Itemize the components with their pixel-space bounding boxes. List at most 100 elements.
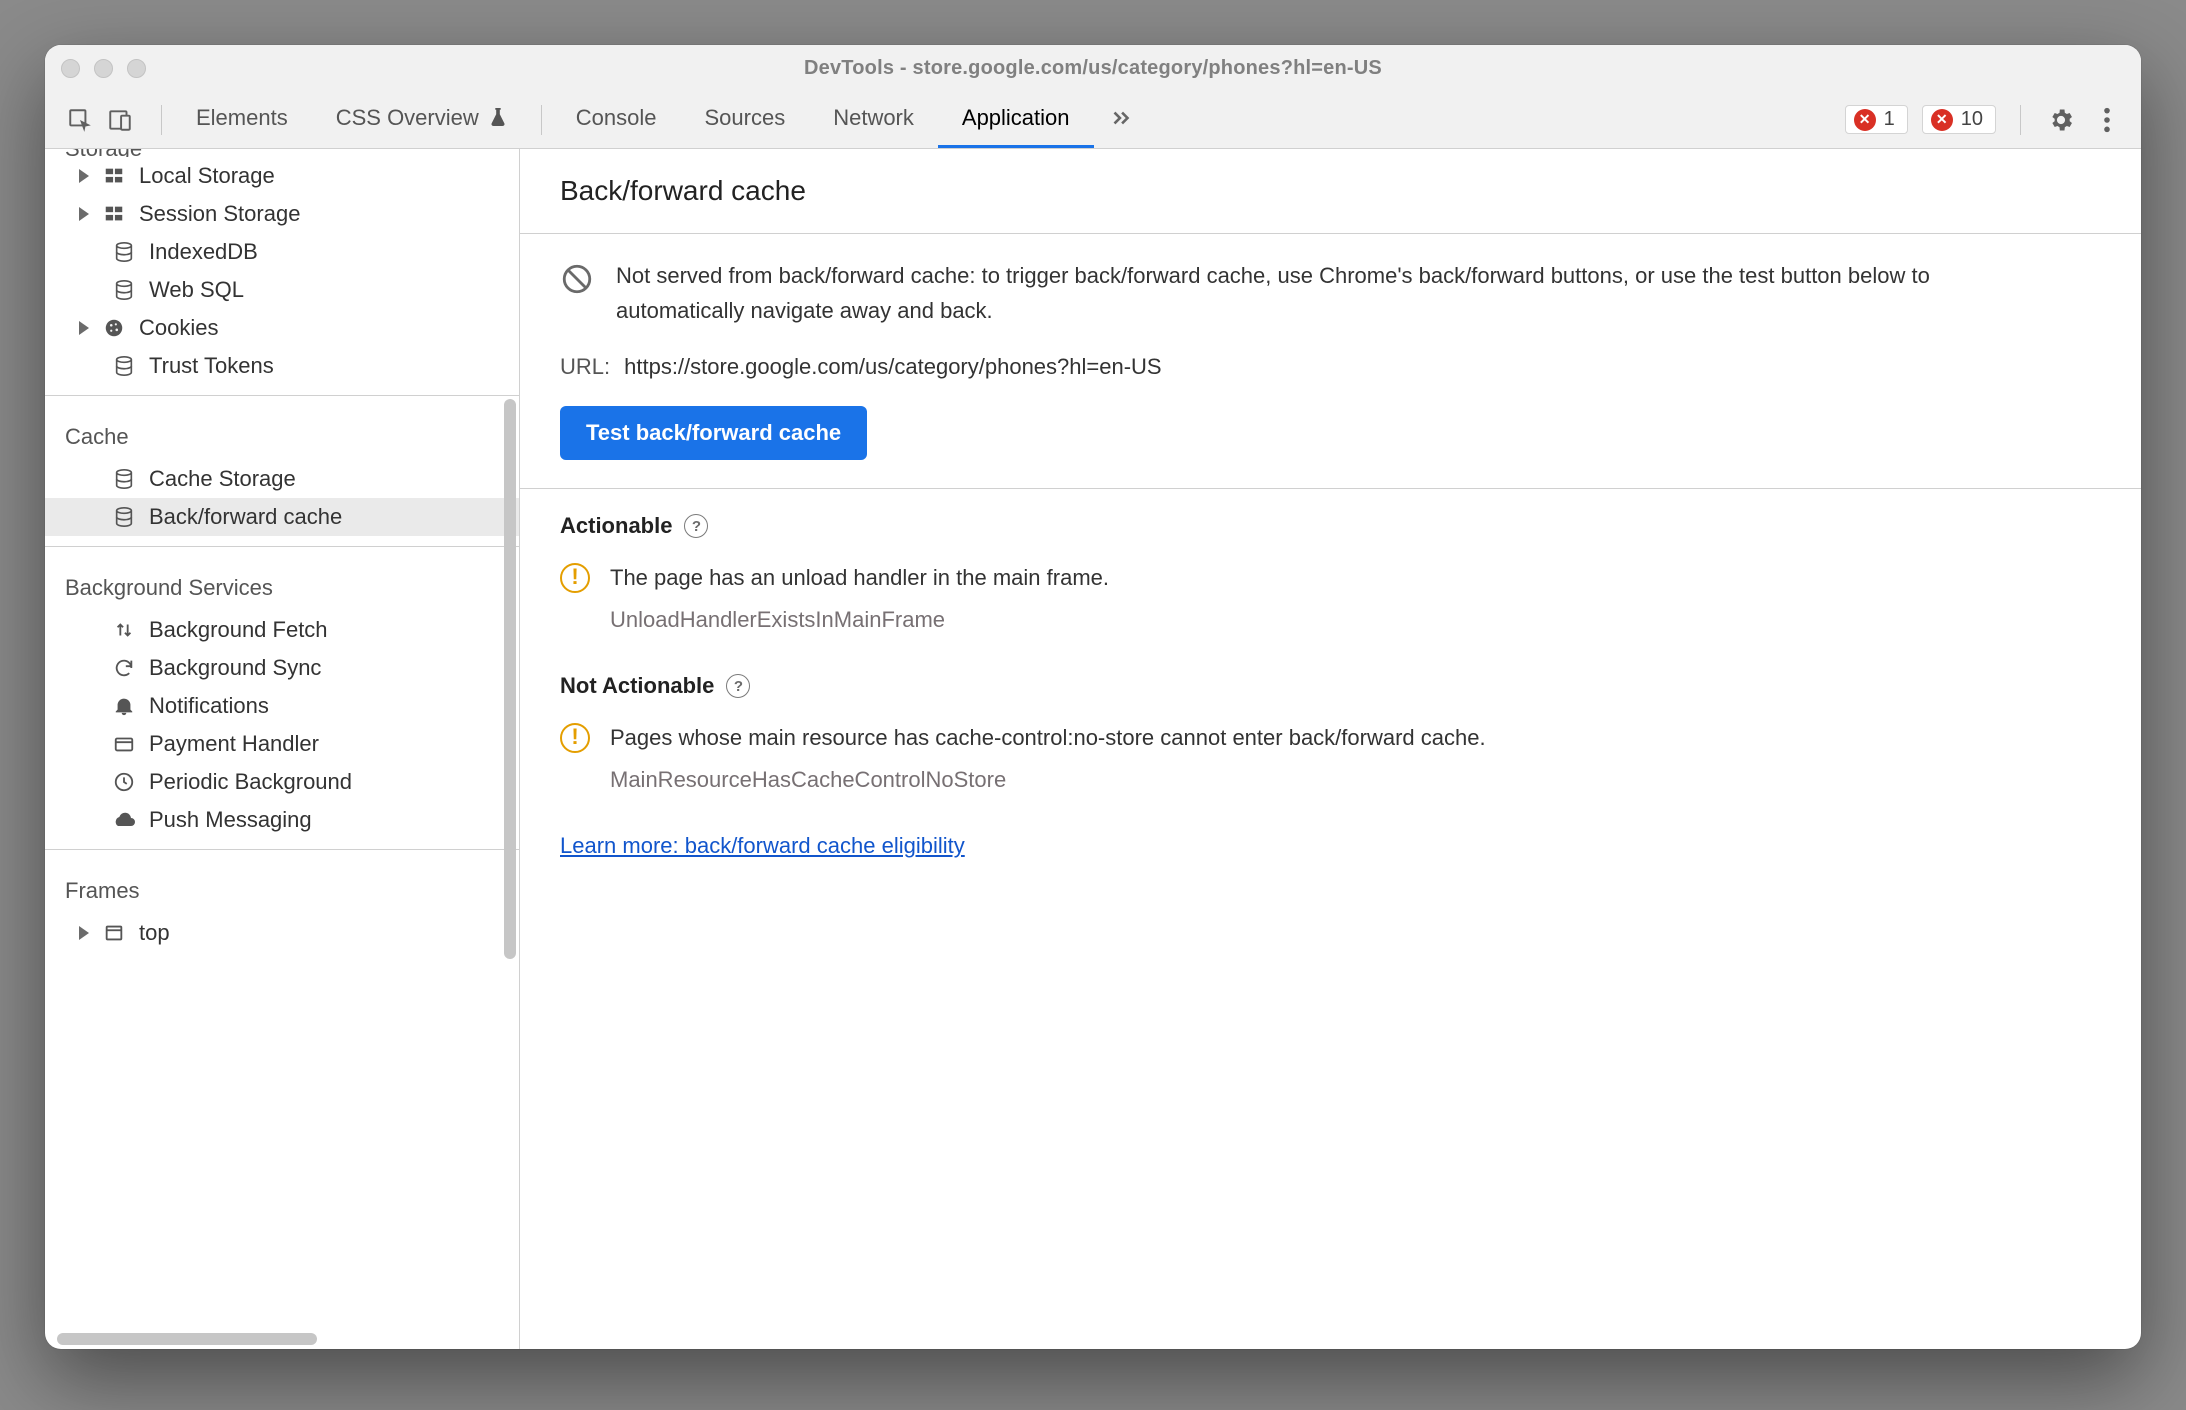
sync-icon [111, 655, 137, 681]
sidebar-group-cache: Cache [45, 406, 519, 460]
kebab-icon [2103, 106, 2111, 134]
window-controls [61, 59, 146, 78]
tab-label: Network [833, 105, 914, 131]
tab-list: Elements CSS Overview Console Sources Ne… [172, 91, 1148, 148]
tab-network[interactable]: Network [809, 91, 938, 148]
button-label: Test back/forward cache [586, 420, 841, 446]
issue-text: The page has an unload handler in the ma… [610, 565, 1109, 591]
learn-more-link[interactable]: Learn more: back/forward cache eligibili… [560, 833, 965, 858]
more-options[interactable] [2091, 106, 2123, 134]
db-stack-icon [111, 277, 137, 303]
titlebar: DevTools - store.google.com/us/category/… [45, 45, 2141, 91]
main-content: Back/forward cache Not served from back/… [520, 149, 2141, 1349]
sidebar-item-label: top [139, 920, 170, 946]
db-stack-icon [111, 353, 137, 379]
issue-code: MainResourceHasCacheControlNoStore [610, 767, 2101, 793]
sidebar-item-label: Periodic Background [149, 769, 352, 795]
warning-icon: ! [560, 723, 590, 753]
bell-icon [111, 693, 137, 719]
test-bfcache-button[interactable]: Test back/forward cache [560, 406, 867, 460]
more-tabs[interactable] [1094, 91, 1148, 148]
link-text: Learn more: back/forward cache eligibili… [560, 833, 965, 858]
sidebar-item-trust-tokens[interactable]: Trust Tokens [45, 347, 519, 385]
prohibited-icon [560, 262, 594, 296]
tab-application[interactable]: Application [938, 91, 1094, 148]
cookie-icon [101, 315, 127, 341]
cloud-icon [111, 807, 137, 833]
issue-code: UnloadHandlerExistsInMainFrame [610, 607, 2101, 633]
zoom-window[interactable] [127, 59, 146, 78]
section-title-not-actionable: Not Actionable [560, 673, 714, 699]
tab-console[interactable]: Console [552, 91, 681, 148]
disclosure-triangle-icon [79, 207, 89, 221]
sidebar-item-notifications[interactable]: Notifications [45, 687, 519, 725]
sidebar-item-cookies[interactable]: Cookies [45, 309, 519, 347]
disclosure-triangle-icon [79, 169, 89, 183]
disclosure-triangle-icon [79, 321, 89, 335]
sidebar-scrollbar-v[interactable] [504, 279, 516, 1179]
sidebar-item-label: Notifications [149, 693, 269, 719]
sidebar-item-bg-fetch[interactable]: Background Fetch [45, 611, 519, 649]
sidebar-scrollbar-h[interactable] [45, 1329, 519, 1349]
url-value: https://store.google.com/us/category/pho… [624, 354, 1162, 380]
sidebar-item-indexeddb[interactable]: IndexedDB [45, 233, 519, 271]
sidebar-item-session-storage[interactable]: Session Storage [45, 195, 519, 233]
error-count: 1 [1884, 108, 1895, 131]
db-stack-icon [111, 239, 137, 265]
sidebar-item-bg-sync[interactable]: Background Sync [45, 649, 519, 687]
disclosure-triangle-icon [79, 926, 89, 940]
clock-icon [111, 769, 137, 795]
sidebar-item-push[interactable]: Push Messaging [45, 801, 519, 839]
issue-text: Pages whose main resource has cache-cont… [610, 725, 1486, 751]
url-label: URL: [560, 354, 610, 380]
sidebar-item-bfcache[interactable]: Back/forward cache [45, 498, 519, 536]
errors-badge-2[interactable]: ✕ 10 [1922, 105, 1996, 134]
sidebar-item-websql[interactable]: Web SQL [45, 271, 519, 309]
card-icon [111, 731, 137, 757]
sidebar-item-label: Background Fetch [149, 617, 328, 643]
warning-icon: ! [560, 563, 590, 593]
tab-label: Elements [196, 105, 288, 131]
divider [161, 105, 162, 135]
notice-text: Not served from back/forward cache: to t… [616, 258, 2016, 328]
settings-button[interactable] [2045, 106, 2077, 134]
sidebar-item-local-storage[interactable]: Local Storage [45, 157, 519, 195]
db-grid-icon [101, 163, 127, 189]
sidebar-item-label: Cookies [139, 315, 218, 341]
db-stack-icon [111, 504, 137, 530]
sidebar-item-label: Background Sync [149, 655, 321, 681]
updown-icon [111, 617, 137, 643]
errors-badge-1[interactable]: ✕ 1 [1845, 105, 1908, 134]
help-icon[interactable]: ? [726, 674, 750, 698]
page-title: Back/forward cache [520, 149, 2141, 234]
device-toolbar-icon[interactable] [107, 107, 133, 133]
sidebar-item-top-frame[interactable]: top [45, 914, 519, 952]
sidebar-item-periodic-bg[interactable]: Periodic Background [45, 763, 519, 801]
db-grid-icon [101, 201, 127, 227]
chevrons-right-icon [1108, 105, 1134, 131]
inspect-element-icon[interactable] [67, 107, 93, 133]
sidebar-item-label: Web SQL [149, 277, 244, 303]
tab-sources[interactable]: Sources [680, 91, 809, 148]
gear-icon [2047, 106, 2075, 134]
tab-css-overview[interactable]: CSS Overview [312, 91, 531, 148]
sidebar-item-label: Back/forward cache [149, 504, 342, 530]
frame-icon [101, 920, 127, 946]
sidebar-item-label: Cache Storage [149, 466, 296, 492]
sidebar-item-label: Push Messaging [149, 807, 312, 833]
toolbar-right: ✕ 1 ✕ 10 [1845, 91, 2129, 148]
sidebar-item-label: Local Storage [139, 163, 275, 189]
sidebar-item-payment[interactable]: Payment Handler [45, 725, 519, 763]
help-icon[interactable]: ? [684, 514, 708, 538]
divider [541, 105, 542, 135]
db-stack-icon [111, 466, 137, 492]
error-icon: ✕ [1931, 109, 1953, 131]
sidebar-group-bg: Background Services [45, 557, 519, 611]
sidebar-item-label: IndexedDB [149, 239, 258, 265]
sidebar-item-cache-storage[interactable]: Cache Storage [45, 460, 519, 498]
minimize-window[interactable] [94, 59, 113, 78]
close-window[interactable] [61, 59, 80, 78]
tab-elements[interactable]: Elements [172, 91, 312, 148]
sidebar-item-label: Session Storage [139, 201, 300, 227]
main-tabstrip: Elements CSS Overview Console Sources Ne… [45, 91, 2141, 149]
